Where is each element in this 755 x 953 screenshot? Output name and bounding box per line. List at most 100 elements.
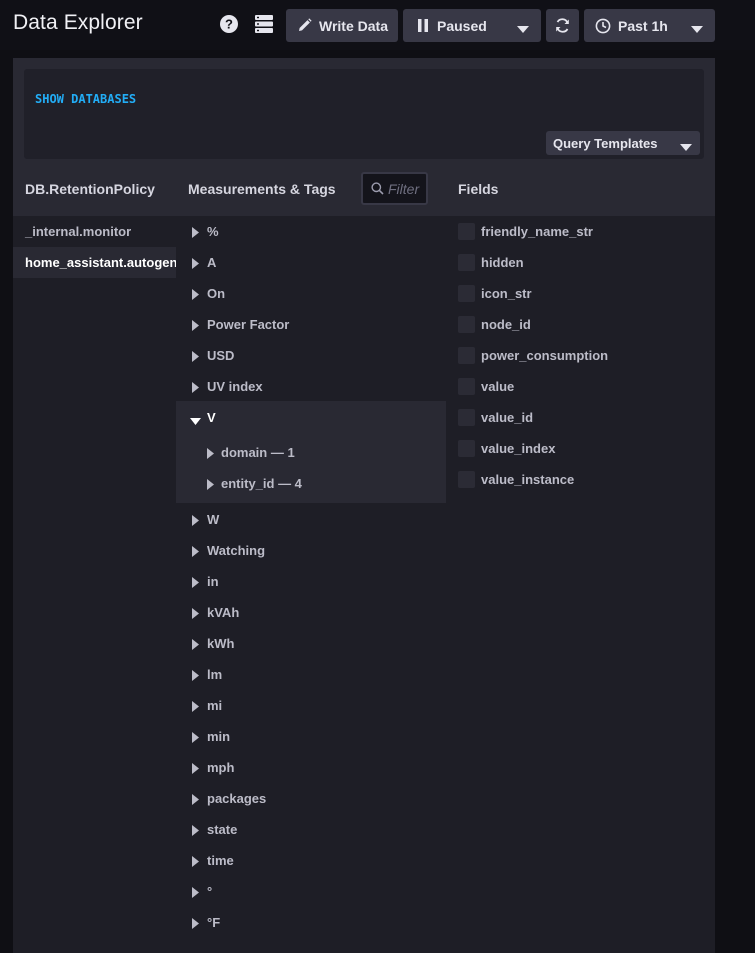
field-checkbox[interactable] (458, 347, 475, 364)
db-item-internal-monitor[interactable]: _internal.monitor (13, 216, 176, 247)
filter-input[interactable] (388, 180, 426, 197)
pencil-icon (297, 18, 312, 36)
query-templates-dropdown[interactable]: Query Templates (546, 131, 700, 155)
field-label: value_id (481, 410, 534, 425)
field-item[interactable]: icon_str (446, 278, 715, 309)
measurement-item[interactable]: UV index (176, 371, 446, 402)
caret-right-icon (192, 917, 199, 932)
field-item[interactable]: value_id (446, 402, 715, 433)
field-checkbox[interactable] (458, 440, 475, 457)
page-header: Data Explorer ? Write Data Paused Past 1… (0, 0, 755, 50)
clock-icon (595, 18, 611, 37)
caret-right-icon (192, 855, 199, 870)
measurement-label: UV index (207, 379, 263, 394)
measurement-item[interactable]: ° (176, 876, 446, 907)
field-checkbox[interactable] (458, 378, 475, 395)
measurement-item[interactable]: Watching (176, 535, 446, 566)
field-label: power_consumption (481, 348, 609, 363)
field-item[interactable]: node_id (446, 309, 715, 340)
paused-label: Paused (437, 17, 487, 34)
time-range-label: Past 1h (618, 17, 668, 34)
refresh-interval-dropdown[interactable]: Paused (403, 9, 541, 42)
measurement-item[interactable]: mph (176, 752, 446, 783)
measurement-item[interactable]: time (176, 845, 446, 876)
measurement-item[interactable]: in (176, 566, 446, 597)
measurement-label: ° (207, 884, 213, 899)
query-templates-label: Query Templates (553, 135, 658, 151)
time-range-dropdown[interactable]: Past 1h (584, 9, 715, 42)
field-item[interactable]: value_instance (446, 464, 715, 495)
server-icon[interactable] (253, 13, 275, 35)
write-data-button[interactable]: Write Data (286, 9, 398, 42)
measurement-item[interactable]: kVAh (176, 597, 446, 628)
query-editor[interactable]: SHOW DATABASES Query Templates (24, 69, 704, 159)
measurements-column-title: Measurements & Tags (188, 181, 336, 197)
field-item[interactable]: power_consumption (446, 340, 715, 371)
measurement-item[interactable]: °F (176, 907, 446, 938)
query-text[interactable]: SHOW DATABASES (35, 92, 136, 106)
measurement-label: in (207, 574, 219, 589)
refresh-button[interactable] (546, 9, 579, 42)
field-checkbox[interactable] (458, 409, 475, 426)
field-checkbox[interactable] (458, 285, 475, 302)
measurement-item[interactable]: lm (176, 659, 446, 690)
measurements-list: % A On Power Factor USD UV index Vdomain — 1 en… (176, 216, 446, 953)
measurement-item[interactable]: A (176, 247, 446, 278)
field-item[interactable]: friendly_name_str (446, 216, 715, 247)
field-label: value (481, 379, 515, 394)
caret-right-icon (192, 288, 199, 303)
caret-right-icon (192, 350, 199, 365)
measurement-item[interactable]: kWh (176, 628, 446, 659)
caret-right-icon (192, 700, 199, 715)
field-label: friendly_name_str (481, 224, 593, 239)
search-icon (371, 182, 384, 195)
measurement-item[interactable]: W (176, 504, 446, 535)
caret-right-icon (192, 607, 199, 622)
caret-right-icon (192, 824, 199, 839)
caret-right-icon (192, 762, 199, 777)
caret-right-icon (192, 638, 199, 653)
db-retention-policy-list: _internal.monitor home_assistant.autogen (13, 216, 177, 953)
tag-item[interactable]: domain — 1 (176, 437, 446, 468)
caret-down-icon (190, 414, 201, 429)
measurement-label: A (207, 255, 217, 270)
help-icon[interactable]: ? (218, 13, 240, 35)
measurement-item[interactable]: On (176, 278, 446, 309)
field-item[interactable]: value_index (446, 433, 715, 464)
field-checkbox[interactable] (458, 316, 475, 333)
caret-right-icon (207, 447, 214, 462)
db-item-label: _internal.monitor (25, 224, 132, 239)
measurement-label: On (207, 286, 226, 301)
field-checkbox[interactable] (458, 223, 475, 240)
tag-item[interactable]: entity_id — 4 (176, 468, 446, 499)
measurement-item[interactable]: state (176, 814, 446, 845)
measurement-label: Watching (207, 543, 266, 558)
field-checkbox[interactable] (458, 471, 475, 488)
measurements-filter[interactable] (361, 172, 428, 205)
chevron-down-icon (691, 21, 703, 37)
db-item-home-assistant-autogen[interactable]: home_assistant.autogen (13, 247, 177, 278)
caret-right-icon (192, 257, 199, 272)
measurement-item[interactable]: USD (176, 340, 446, 371)
caret-right-icon (192, 319, 199, 334)
write-data-label: Write Data (319, 17, 388, 34)
measurement-label: % (207, 224, 219, 239)
caret-right-icon (192, 793, 199, 808)
measurement-label: time (207, 853, 234, 868)
field-label: value_instance (481, 472, 575, 487)
measurement-label: Power Factor (207, 317, 290, 332)
measurement-item[interactable]: packages (176, 783, 446, 814)
field-checkbox[interactable] (458, 254, 475, 271)
field-item[interactable]: value (446, 371, 715, 402)
field-item[interactable]: hidden (446, 247, 715, 278)
measurement-item[interactable]: min (176, 721, 446, 752)
measurement-item[interactable]: mi (176, 690, 446, 721)
tag-label: entity_id — 4 (221, 476, 302, 491)
measurement-label: kVAh (207, 605, 240, 620)
measurement-label: mph (207, 760, 235, 775)
measurement-item[interactable]: V (176, 402, 446, 433)
caret-right-icon (192, 514, 199, 529)
chevron-down-icon (680, 140, 692, 155)
measurement-item[interactable]: % (176, 216, 446, 247)
measurement-item[interactable]: Power Factor (176, 309, 446, 340)
